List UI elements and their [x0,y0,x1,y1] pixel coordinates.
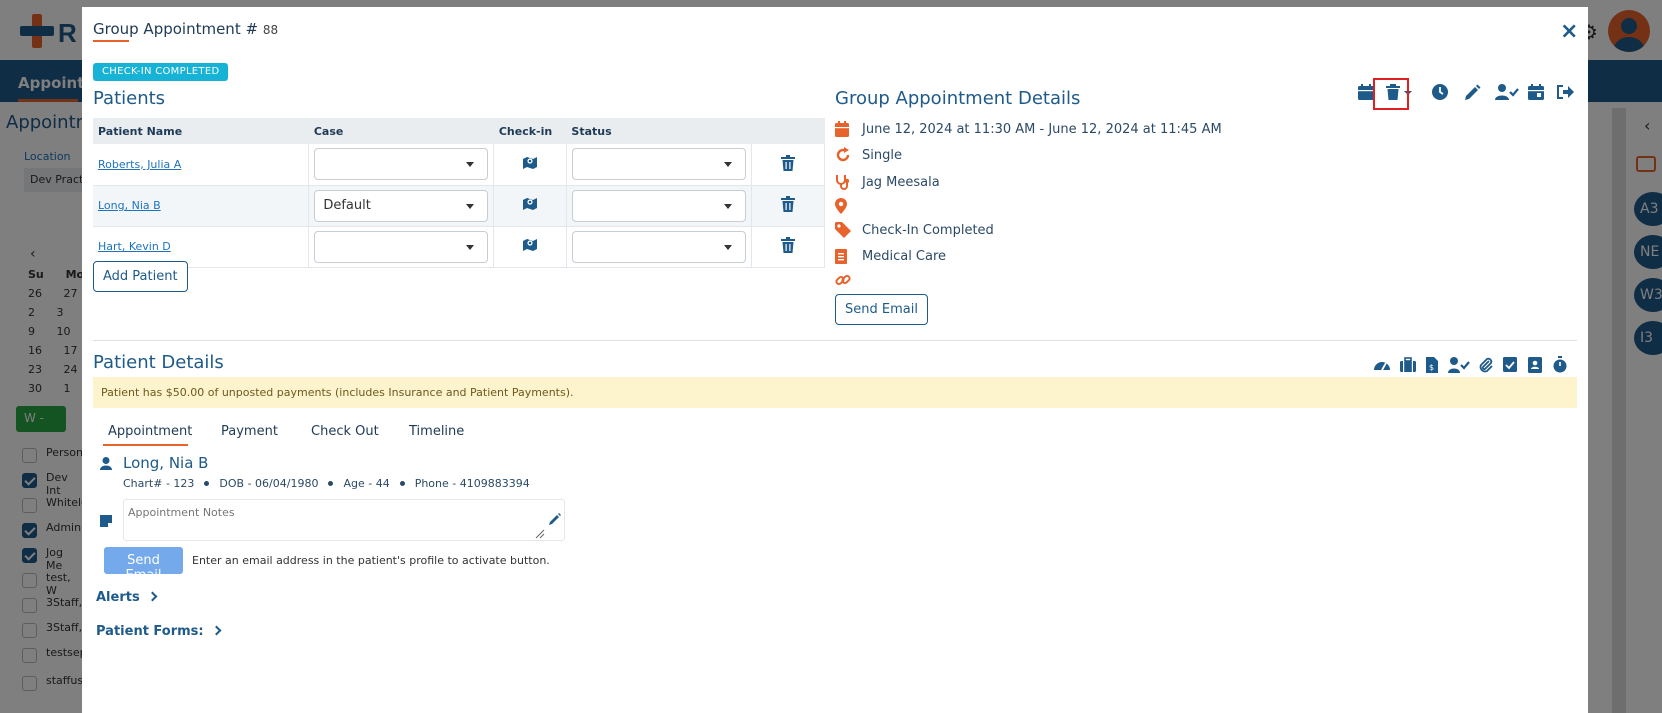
column-header: Status [566,118,752,144]
alerts-toggle[interactable]: Alerts [96,590,158,605]
patient-send-email-button[interactable]: Send Email [104,547,183,583]
column-header-actions [751,118,825,144]
appointment-notes-input[interactable] [123,499,565,541]
patient-link[interactable]: Hart, Kevin D [98,240,171,253]
link-icon [835,272,851,288]
tab-appointment[interactable]: Appointment [108,424,192,439]
pencil-icon[interactable] [548,513,561,526]
contact-card-icon[interactable] [1528,357,1550,379]
highlight-box [1373,78,1409,110]
redo-icon [835,147,851,163]
svg-text:$: $ [1429,363,1434,372]
map-marker-icon[interactable] [522,197,538,211]
map-marker-icon[interactable] [522,156,538,170]
group-details-title: Group Appointment Details [835,88,1081,109]
patient-meta: Chart# - 123 DOB - 06/04/1980 Age - 44 Phon… [123,477,530,490]
dob: DOB - 06/04/1980 [219,477,319,490]
dashboard-icon[interactable] [1373,357,1395,379]
user-check-icon[interactable] [1495,83,1519,105]
calendar-event-icon[interactable] [1527,83,1549,105]
chevron-right-icon [211,625,222,636]
tab-timeline[interactable]: Timeline [409,424,464,439]
age: Age - 44 [343,477,390,490]
add-patient-button[interactable]: Add Patient [93,261,188,292]
stopwatch-icon[interactable] [1553,356,1575,378]
tab-payment[interactable]: Payment [221,424,278,439]
tag-icon [835,222,851,238]
tab-check-out[interactable]: Check Out [311,424,379,439]
appointment-number: 88 [262,23,279,37]
table-row: Roberts, Julia A [93,144,826,186]
close-icon[interactable]: × [1560,21,1578,43]
status-select[interactable] [571,148,746,181]
status-select[interactable] [571,230,746,263]
active-tab-underline [103,444,188,446]
section-divider [93,340,1577,341]
patients-title: Patients [93,88,166,109]
note-check-icon[interactable] [1503,357,1525,379]
patients-table: Patient Name Case Check-in Status Robert… [93,118,826,268]
status-select[interactable] [571,189,746,222]
group-send-email-button[interactable]: Send Email [835,294,928,325]
chevron-right-icon [147,591,158,602]
group-appointment-modal: Group Appointment # 88 × CHECK-IN COMPLE… [82,7,1588,713]
unposted-payments-alert: Patient has $50.00 of unposted payments … [93,377,1577,408]
briefcase-icon[interactable] [1400,357,1422,379]
case-select[interactable] [314,148,489,181]
user-icon [100,457,112,470]
case-select[interactable]: Default [314,189,489,222]
modal-title: Group Appointment # 88 [93,20,279,38]
patient-link[interactable]: Roberts, Julia A [98,158,181,171]
patient-name: Long, Nia B [123,454,209,472]
sign-out-icon[interactable] [1555,83,1577,105]
chart-number: Chart# - 123 [123,477,195,490]
invoice-icon[interactable]: $ [1426,357,1448,379]
patient-forms-toggle[interactable]: Patient Forms: [96,624,222,639]
patient-details-title: Patient Details [93,352,224,373]
table-row: Long, Nia B Default [93,185,826,227]
clock-icon[interactable] [1431,83,1453,105]
clipboard-icon [835,248,851,264]
table-row: Hart, Kevin D [93,226,826,268]
trash-icon[interactable] [780,154,795,171]
calendar-icon [835,121,851,137]
patient-link[interactable]: Long, Nia B [98,199,161,212]
trash-icon[interactable] [780,196,795,212]
column-header: Case [308,118,494,144]
resize-grip-icon[interactable] [535,529,545,539]
pencil-icon[interactable] [1463,84,1485,106]
status-badge: CHECK-IN COMPLETED [93,63,229,81]
column-header: Check-in [493,118,567,144]
sticky-note-icon [100,515,112,527]
map-pin-icon [835,198,851,214]
send-email-hint: Enter an email address in the patient's … [192,554,550,567]
stethoscope-icon [835,174,851,190]
title-underline [93,40,129,42]
column-header: Patient Name [93,118,309,144]
case-select[interactable] [314,230,489,263]
paperclip-icon[interactable] [1478,357,1500,379]
map-marker-icon[interactable] [522,238,538,252]
trash-icon[interactable] [780,237,795,253]
user-check-icon[interactable] [1448,357,1472,379]
phone: Phone - 4109883394 [414,477,530,490]
